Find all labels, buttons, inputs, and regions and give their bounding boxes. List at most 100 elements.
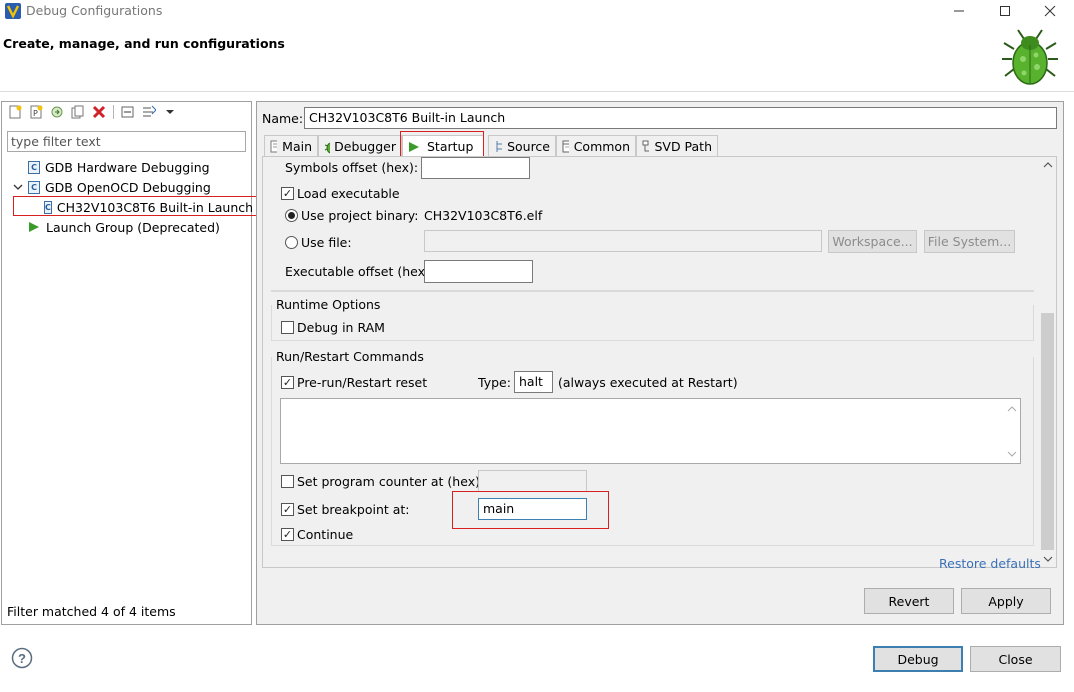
pre-run-row: ✓ Pre-run/Restart reset	[281, 375, 427, 390]
use-file-field[interactable]	[424, 230, 822, 252]
pre-run-label: Pre-run/Restart reset	[297, 375, 428, 390]
use-file-label: Use file:	[301, 235, 352, 250]
scroll-up-chevron-icon[interactable]	[1042, 160, 1054, 170]
reset-type-field[interactable]: halt	[514, 371, 553, 393]
c-config-icon: C	[28, 160, 40, 174]
tree-item-label: GDB OpenOCD Debugging	[45, 179, 211, 195]
close-button[interactable]: Close	[970, 646, 1061, 672]
tree-item-gdb-openocd[interactable]: C GDB OpenOCD Debugging	[13, 177, 249, 197]
tab-svd-path[interactable]: SVD Path	[636, 135, 718, 157]
set-breakpoint-checkbox[interactable]: ✓	[281, 503, 294, 516]
type-label: Type:	[478, 375, 511, 390]
duplicate-icon[interactable]	[71, 105, 85, 119]
set-pc-row: Set program counter at (hex):	[281, 474, 484, 489]
load-executable-checkbox[interactable]: ✓	[281, 187, 294, 200]
common-icon	[562, 140, 569, 153]
restore-defaults-link[interactable]: Restore defaults	[939, 556, 1041, 571]
load-executable-label: Load executable	[297, 186, 400, 201]
export-configuration-icon[interactable]	[50, 105, 64, 119]
tab-label: Debugger	[334, 139, 396, 154]
continue-row: ✓ Continue	[281, 527, 353, 542]
use-file-radio[interactable]	[285, 236, 298, 249]
use-project-binary-radio[interactable]	[285, 209, 298, 222]
filter-status: Filter matched 4 of 4 items	[7, 604, 176, 619]
filter-input[interactable]: type filter text	[7, 131, 246, 152]
use-project-binary-row: Use project binary:	[285, 208, 419, 223]
name-label: Name:	[262, 111, 304, 126]
chevron-down-icon[interactable]	[13, 182, 23, 192]
tab-common[interactable]: Common	[556, 135, 636, 157]
filter-icon[interactable]	[142, 105, 156, 119]
maximize-button[interactable]	[983, 0, 1027, 22]
apply-button[interactable]: Apply	[961, 588, 1051, 614]
executable-offset-label: Executable offset (hex):	[285, 264, 435, 279]
new-configuration-icon[interactable]	[8, 105, 22, 119]
name-field[interactable]: CH32V103C8T6 Built-in Launch	[304, 107, 1057, 129]
toolbar-separator	[113, 105, 114, 119]
minimize-icon	[954, 10, 964, 12]
tab-debugger[interactable]: Debugger	[318, 135, 402, 157]
pre-run-checkbox[interactable]: ✓	[281, 376, 294, 389]
help-icon[interactable]: ?	[11, 647, 33, 669]
debug-bug-icon	[1002, 29, 1058, 85]
set-pc-field[interactable]	[478, 470, 587, 492]
project-binary-value: CH32V103C8T6.elf	[424, 208, 543, 223]
minimize-button[interactable]	[937, 0, 981, 22]
set-pc-checkbox[interactable]	[281, 475, 294, 488]
launch-group-icon	[29, 222, 39, 232]
runtime-options-title: Runtime Options	[276, 297, 381, 312]
textarea-scrollbar[interactable]	[1004, 400, 1020, 462]
view-menu-chevron-down-icon[interactable]	[163, 105, 177, 119]
use-file-row: Use file:	[285, 235, 352, 250]
tab-source[interactable]: Source	[488, 135, 556, 157]
type-note: (always executed at Restart)	[558, 375, 738, 390]
source-icon	[496, 140, 503, 152]
symbols-offset-field[interactable]	[421, 157, 530, 179]
close-window-button[interactable]	[1028, 0, 1072, 22]
delete-icon[interactable]	[92, 105, 106, 119]
c-config-icon: C	[28, 180, 40, 194]
tree-item-gdb-hardware[interactable]: C GDB Hardware Debugging	[13, 157, 249, 177]
set-breakpoint-row: ✓ Set breakpoint at:	[281, 502, 410, 517]
selected-config-highlight	[13, 196, 261, 216]
scroll-down-chevron-icon[interactable]	[1042, 554, 1054, 564]
main-tab-icon	[270, 140, 278, 153]
tab-label: Main	[282, 139, 312, 154]
debug-button[interactable]: Debug	[873, 646, 963, 672]
dialog-header-title: Create, manage, and run configurations	[3, 36, 285, 51]
set-breakpoint-label: Set breakpoint at:	[297, 502, 410, 517]
debug-in-ram-row: Debug in RAM	[281, 320, 385, 335]
runtime-options-group	[271, 305, 1034, 341]
load-group-bottom	[271, 290, 1034, 292]
load-executable-row: ✓ Load executable	[281, 186, 400, 201]
revert-button[interactable]: Revert	[864, 588, 954, 614]
workspace-button[interactable]: Workspace...	[828, 230, 917, 253]
svg-text:?: ?	[18, 651, 26, 666]
tab-label: Common	[573, 139, 630, 154]
tab-label: Source	[507, 139, 550, 154]
tab-main[interactable]: Main	[264, 135, 318, 157]
new-prototype-icon[interactable]: P	[29, 105, 43, 119]
tree-item-launch-group[interactable]: Launch Group (Deprecated)	[13, 217, 249, 237]
textarea-scroll-arrows-icon	[1007, 406, 1017, 457]
scrollbar-thumb[interactable]	[1041, 313, 1054, 550]
file-system-button[interactable]: File System...	[924, 230, 1015, 253]
debug-in-ram-checkbox[interactable]	[281, 321, 294, 334]
continue-checkbox[interactable]: ✓	[281, 528, 294, 541]
dialog-header	[0, 22, 1074, 92]
tab-label: SVD Path	[654, 139, 712, 154]
svd-path-icon	[642, 140, 650, 151]
svg-text:P: P	[33, 109, 38, 118]
left-toolbar: P	[8, 105, 177, 119]
app-icon	[5, 3, 21, 19]
tree-item-label: Launch Group (Deprecated)	[46, 219, 220, 235]
debugger-bug-icon	[324, 142, 331, 153]
symbols-offset-label: Symbols offset (hex):	[285, 160, 419, 175]
tree-item-label: GDB Hardware Debugging	[45, 159, 210, 175]
maximize-icon	[1000, 6, 1010, 16]
debug-in-ram-label: Debug in RAM	[297, 320, 385, 335]
run-commands-textarea[interactable]	[280, 398, 1021, 464]
executable-offset-field[interactable]	[424, 260, 533, 283]
continue-label: Continue	[297, 527, 354, 542]
collapse-all-icon[interactable]	[121, 105, 135, 119]
